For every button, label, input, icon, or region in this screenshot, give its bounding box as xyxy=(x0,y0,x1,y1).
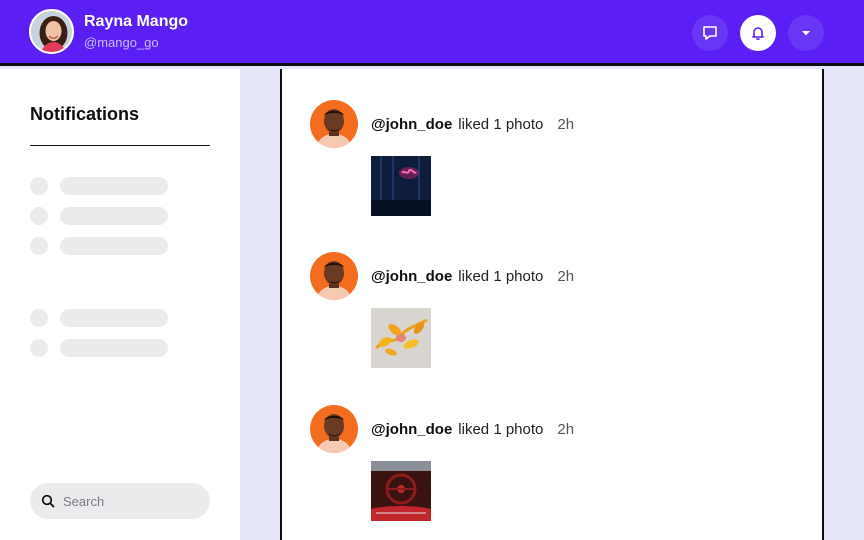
skeleton-dot xyxy=(30,177,48,195)
search-icon xyxy=(41,494,55,508)
john-doe-avatar[interactable] xyxy=(310,100,358,148)
avatar-image xyxy=(310,252,358,300)
john-doe-avatar[interactable] xyxy=(310,405,358,453)
notification-user[interactable]: @john_doe xyxy=(371,268,452,285)
skeleton-bar xyxy=(60,237,168,255)
user-handle: @mango_go xyxy=(84,35,159,50)
user-name: Rayna Mango xyxy=(84,13,189,30)
notification-action: liked 1 photo xyxy=(458,268,544,285)
top-bar: Rayna Mango @mango_go xyxy=(0,0,864,66)
skeleton-dot xyxy=(30,207,48,225)
woman-avatar-image xyxy=(31,11,72,52)
john-doe-avatar[interactable] xyxy=(310,252,358,300)
search-box[interactable] xyxy=(30,483,210,519)
notification-time: 2h xyxy=(557,116,575,133)
notifications-button[interactable] xyxy=(740,15,776,51)
notification-action: liked 1 photo xyxy=(458,116,544,133)
notification-time: 2h xyxy=(557,421,575,438)
bell-icon xyxy=(752,27,764,41)
skeleton-dot xyxy=(30,237,48,255)
notification-user[interactable]: @john_doe xyxy=(371,116,452,133)
search-input[interactable] xyxy=(63,493,203,509)
car-interior-photo xyxy=(371,461,431,521)
skeleton-bar xyxy=(60,339,168,357)
notification-text: @john_doe liked 1 photo 2h xyxy=(371,268,574,285)
neon-sign-photo xyxy=(371,156,431,216)
skeleton-bar xyxy=(60,309,168,327)
liked-photo-thumbnail[interactable] xyxy=(371,308,431,368)
chat-icon xyxy=(703,26,717,40)
skeleton-bar xyxy=(60,207,168,225)
notification-item[interactable]: @john_doe liked 1 photo 2h xyxy=(310,252,790,372)
notification-text: @john_doe liked 1 photo 2h xyxy=(371,116,574,133)
notification-feed: @john_doe liked 1 photo 2h @john_doe liked … xyxy=(280,69,824,540)
messages-button[interactable] xyxy=(692,15,728,51)
avatar-image xyxy=(310,100,358,148)
notification-item[interactable]: @john_doe liked 1 photo 2h xyxy=(310,405,790,525)
sidebar: Notifications xyxy=(0,69,240,540)
notification-user[interactable]: @john_doe xyxy=(371,421,452,438)
orange-flowers-photo xyxy=(371,308,431,368)
notification-item[interactable]: @john_doe liked 1 photo 2h xyxy=(310,100,790,220)
sidebar-divider xyxy=(30,145,210,146)
notification-text: @john_doe liked 1 photo 2h xyxy=(371,421,574,438)
sidebar-title: Notifications xyxy=(30,104,140,124)
avatar-image xyxy=(310,405,358,453)
caret-down-icon xyxy=(802,31,810,36)
notification-action: liked 1 photo xyxy=(458,421,544,438)
liked-photo-thumbnail[interactable] xyxy=(371,156,431,216)
liked-photo-thumbnail[interactable] xyxy=(371,461,431,521)
skeleton-dot xyxy=(30,339,48,357)
skeleton-bar xyxy=(60,177,168,195)
user-avatar[interactable] xyxy=(29,9,74,54)
notification-time: 2h xyxy=(557,268,575,285)
account-menu-button[interactable] xyxy=(788,15,824,51)
skeleton-dot xyxy=(30,309,48,327)
